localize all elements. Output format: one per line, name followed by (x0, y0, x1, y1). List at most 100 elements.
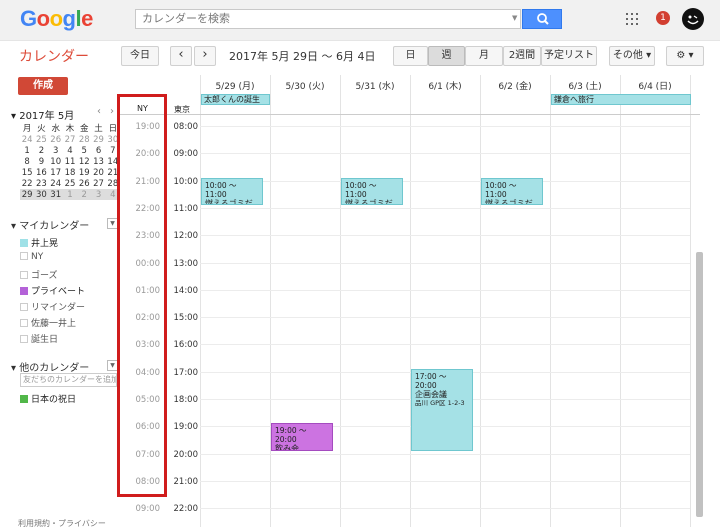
mini-day[interactable]: 13 (91, 156, 105, 167)
mini-day[interactable]: 24 (20, 134, 34, 145)
my-calendar-item[interactable]: プライベート (20, 284, 85, 297)
grid-line (620, 75, 621, 527)
next-week-button[interactable]: › (194, 46, 216, 66)
mini-day[interactable]: 5 (77, 145, 91, 156)
mini-day[interactable]: 4 (63, 145, 77, 156)
calendar-label: リマインダー (31, 303, 86, 313)
mini-day[interactable]: 24 (49, 178, 63, 189)
mini-day[interactable]: 2 (77, 189, 92, 200)
day-header[interactable]: 5/31 (水) (340, 79, 410, 92)
mini-day[interactable]: 31 (48, 189, 63, 200)
scrollbar[interactable] (696, 252, 703, 517)
mini-day[interactable]: 15 (20, 167, 34, 178)
mini-day[interactable]: 26 (77, 178, 91, 189)
mini-day[interactable]: 29 (91, 134, 105, 145)
google-logo[interactable]: Google (20, 6, 93, 32)
grid-line (270, 75, 271, 527)
mini-day[interactable]: 17 (49, 167, 63, 178)
day-header[interactable]: 6/3 (土) (550, 79, 620, 92)
view-2week-button[interactable]: 2週間 (503, 46, 541, 66)
logo-letter: o (49, 6, 63, 31)
terms-privacy-link[interactable]: 利用規約・プライバシー (18, 518, 106, 529)
day-header[interactable]: 6/2 (金) (480, 79, 550, 92)
add-friend-calendar-input[interactable]: 友だちのカレンダーを追加 (20, 373, 117, 387)
my-calendar-item[interactable]: NY (20, 252, 43, 262)
search-input[interactable]: カレンダーを検索 (135, 9, 521, 29)
other-calendar-item[interactable]: 日本の祝日 (20, 392, 76, 405)
mini-day[interactable]: 27 (63, 134, 77, 145)
event-location: 品川 GP区 1-2-3 (415, 398, 465, 407)
day-header[interactable]: 6/1 (木) (410, 79, 480, 92)
mini-day[interactable]: 2 (34, 145, 48, 156)
mini-day[interactable]: 28 (77, 134, 91, 145)
mini-calendar-title[interactable]: ▾ 2017年 5月 (11, 107, 74, 122)
allday-event[interactable]: 鎌倉へ旅行 (551, 94, 691, 105)
grid-line (690, 75, 691, 527)
calendar-event[interactable]: 10:00 ～ 11:00燃えるゴミだし (341, 177, 403, 205)
my-calendar-item[interactable]: 井上晃 (20, 236, 58, 249)
mini-day[interactable]: 16 (34, 167, 48, 178)
mini-day[interactable]: 12 (77, 156, 91, 167)
mini-day[interactable]: 29 (20, 189, 35, 200)
my-calendar-item[interactable]: 佐藤一井上 (20, 316, 76, 329)
mini-day[interactable]: 18 (63, 167, 77, 178)
apps-grid-icon[interactable] (626, 13, 638, 25)
mini-day[interactable]: 25 (63, 178, 77, 189)
app-title: カレンダー (19, 48, 89, 64)
calendar-event[interactable]: 19:00 ～ 20:00 飲み会 (271, 423, 333, 451)
calendar-color-swatch (20, 395, 28, 403)
tokyo-hour-label: 21:00 (173, 476, 199, 487)
day-header[interactable]: 5/29 (月) (200, 79, 270, 92)
view-day-button[interactable]: 日 (393, 46, 428, 66)
mini-day[interactable]: 23 (34, 178, 48, 189)
other-calendars-title[interactable]: ▾ 他のカレンダー (11, 359, 89, 374)
view-week-button[interactable]: 週 (428, 46, 465, 66)
calendar-event[interactable]: 17:00 ～ 20:00 企画会議 品川 GP区 1-2-3 (411, 368, 473, 451)
mini-day[interactable]: 6 (91, 145, 105, 156)
hour-line (200, 508, 690, 510)
mini-prev-icon[interactable]: ‹ (97, 106, 101, 117)
hour-line (200, 153, 690, 155)
search-dropdown-icon[interactable]: ▼ (512, 14, 517, 22)
settings-button[interactable]: ⚙ ▾ (666, 46, 704, 66)
view-month-button[interactable]: 月 (465, 46, 503, 66)
mini-day[interactable]: 9 (34, 156, 48, 167)
prev-week-button[interactable]: ‹ (170, 46, 192, 66)
tokyo-hour-label: 17:00 (173, 367, 199, 378)
mini-day[interactable]: 20 (91, 167, 105, 178)
create-button[interactable]: 作成 (18, 77, 68, 95)
mini-day[interactable]: 1 (20, 145, 34, 156)
my-calendar-item[interactable]: 誕生日 (20, 332, 58, 345)
allday-event[interactable]: 太郎くんの誕生日 (201, 94, 270, 105)
mini-day[interactable]: 11 (63, 156, 77, 167)
view-agenda-button[interactable]: 予定リスト (541, 46, 597, 66)
day-header[interactable]: 6/4 (日) (620, 79, 690, 92)
mini-day[interactable]: 27 (91, 178, 105, 189)
weekday-label: 木 (65, 124, 75, 134)
more-button[interactable]: その他 ▾ (609, 46, 655, 66)
mini-day[interactable]: 3 (91, 189, 106, 200)
mini-day[interactable]: 26 (49, 134, 63, 145)
mini-day[interactable]: 3 (49, 145, 63, 156)
calendar-label: プライベート (31, 287, 86, 297)
mini-day[interactable]: 1 (62, 189, 78, 200)
my-calendar-item[interactable]: ゴーズ (20, 268, 58, 281)
mini-day[interactable]: 30 (34, 189, 49, 200)
mini-next-icon[interactable]: › (110, 106, 114, 117)
mini-day[interactable]: 25 (34, 134, 48, 145)
hour-line (200, 207, 690, 209)
calendar-event[interactable]: 10:00 ～ 11:00燃えるゴミだし (201, 177, 263, 205)
mini-day[interactable]: 8 (20, 156, 34, 167)
calendar-event[interactable]: 10:00 ～ 11:00燃えるゴミだし (481, 177, 543, 205)
my-calendar-item[interactable]: リマインダー (20, 300, 85, 313)
mini-day[interactable]: 22 (20, 178, 34, 189)
notification-badge[interactable]: 1 (656, 11, 670, 25)
mini-day[interactable]: 19 (77, 167, 91, 178)
my-calendars-title[interactable]: ▾ マイカレンダー (11, 217, 89, 232)
day-header[interactable]: 5/30 (火) (270, 79, 340, 92)
today-button[interactable]: 今日 (121, 46, 159, 66)
calendar-color-swatch (20, 271, 28, 279)
avatar[interactable] (682, 8, 704, 30)
mini-day[interactable]: 10 (49, 156, 63, 167)
search-button[interactable] (522, 9, 562, 29)
